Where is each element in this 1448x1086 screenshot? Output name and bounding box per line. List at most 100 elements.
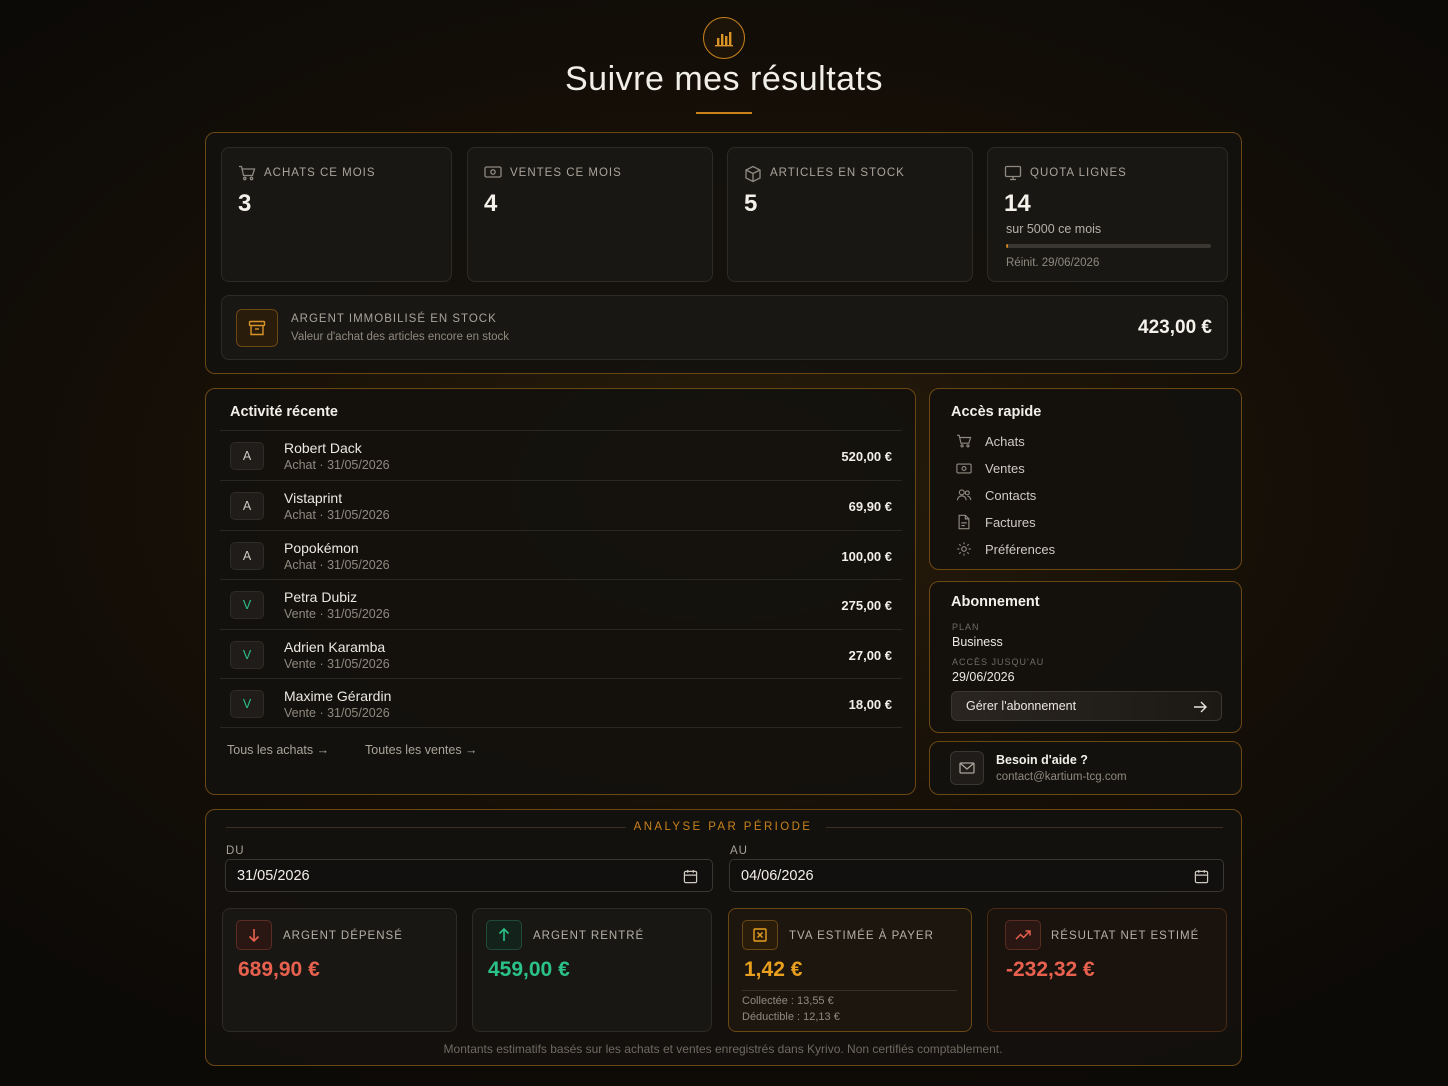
plan-value: Business xyxy=(952,635,1003,649)
activity-meta: Vente · 31/05/2026 xyxy=(284,607,390,621)
activity-amount: 520,00 € xyxy=(841,449,892,464)
stock-value-description: Valeur d'achat des articles encore en st… xyxy=(291,331,510,343)
quota-subtitle: sur 5000 ce mois xyxy=(1006,222,1102,236)
activity-row[interactable]: A Vistaprint Achat · 31/05/2026 69,90 € xyxy=(220,480,902,530)
activity-name: Popokémon xyxy=(284,540,359,556)
stat-value: 14 xyxy=(1004,190,1031,217)
vat-deductible: Déductible : 12,13 € xyxy=(742,1011,840,1023)
activity-name: Robert Dack xyxy=(284,440,362,456)
stat-value: 3 xyxy=(238,190,252,217)
plan-label: PLAN xyxy=(952,622,980,632)
quota-progress-fill xyxy=(1006,244,1009,248)
activity-panel: Activité récente A Robert Dack Achat · 3… xyxy=(205,388,916,795)
date-to-input[interactable]: 04/06/2026 xyxy=(729,859,1224,892)
title-underline xyxy=(696,112,752,114)
activity-meta: Vente · 31/05/2026 xyxy=(284,706,390,720)
vat-collected: Collectée : 13,55 € xyxy=(742,995,834,1007)
stat-card-purchases[interactable]: ACHATS CE MOIS 3 xyxy=(221,147,452,282)
access-until-value: 29/06/2026 xyxy=(952,670,1015,684)
activity-title: Activité récente xyxy=(230,404,338,420)
result-card-earned: ARGENT RENTRÉ 459,00 € xyxy=(472,908,712,1032)
activity-row[interactable]: A Robert Dack Achat · 31/05/2026 520,00 … xyxy=(220,430,902,480)
cart-icon xyxy=(239,165,256,181)
activity-row[interactable]: V Adrien Karamba Vente · 31/05/2026 27,0… xyxy=(220,629,902,679)
stat-card-stock[interactable]: ARTICLES EN STOCK 5 xyxy=(727,147,973,282)
activity-type-badge: A xyxy=(230,492,264,520)
arrow-up-icon xyxy=(498,928,510,941)
activity-type-badge: V xyxy=(230,690,264,718)
quick-access-item-contacts[interactable]: Contacts xyxy=(956,485,1036,505)
manage-subscription-label: Gérer l'abonnement xyxy=(966,699,1077,713)
activity-meta: Achat · 31/05/2026 xyxy=(284,558,390,572)
quick-access-label: Factures xyxy=(985,514,1036,530)
bar-chart-icon xyxy=(715,32,733,47)
activity-amount: 27,00 € xyxy=(848,648,892,663)
result-card-net: RÉSULTAT NET ESTIMÉ -232,32 € xyxy=(987,908,1227,1032)
stat-label: ARTICLES EN STOCK xyxy=(770,167,905,179)
activity-type-badge: V xyxy=(230,641,264,669)
result-value: 689,90 € xyxy=(238,958,320,981)
result-icon-box xyxy=(236,920,272,950)
result-value: 459,00 € xyxy=(488,958,570,981)
activity-row[interactable]: V Maxime Gérardin Vente · 31/05/2026 18,… xyxy=(220,678,902,728)
document-icon xyxy=(958,514,970,530)
quick-access-title: Accès rapide xyxy=(951,404,1042,420)
activity-name: Adrien Karamba xyxy=(284,639,386,655)
quick-access-label: Contacts xyxy=(985,487,1037,503)
stat-card-quota[interactable]: QUOTA LIGNES 14 sur 5000 ce mois Réinit.… xyxy=(987,147,1228,282)
cash-icon xyxy=(956,462,972,474)
mail-icon xyxy=(959,762,975,774)
result-card-spent: ARGENT DÉPENSÉ 689,90 € xyxy=(222,908,457,1032)
calendar-icon[interactable] xyxy=(683,869,698,884)
result-value: -232,32 € xyxy=(1006,958,1095,981)
arrow-right-icon xyxy=(1194,701,1207,713)
tax-icon xyxy=(753,928,767,942)
stock-icon-box xyxy=(236,309,278,347)
monitor-icon xyxy=(1004,165,1022,181)
help-panel[interactable]: Besoin d'aide ? contact@kartium-tcg.com xyxy=(929,741,1242,795)
quick-access-item-preferences[interactable]: Préférences xyxy=(956,539,1055,559)
date-to-label: AU xyxy=(730,845,748,857)
page-title: Suivre mes résultats xyxy=(565,60,883,98)
activity-type-badge: V xyxy=(230,591,264,619)
stat-label: QUOTA LIGNES xyxy=(1030,167,1127,179)
activity-name: Petra Dubiz xyxy=(284,589,358,605)
gear-icon xyxy=(957,542,971,556)
quick-access-item-factures[interactable]: Factures xyxy=(956,512,1036,532)
period-divider-right xyxy=(826,827,1223,828)
trend-up-icon xyxy=(1015,930,1031,940)
date-from-label: DU xyxy=(226,845,245,857)
users-icon xyxy=(956,489,972,501)
quick-access-item-ventes[interactable]: Ventes xyxy=(956,458,1025,478)
date-from-value: 31/05/2026 xyxy=(237,867,310,884)
stat-card-sales[interactable]: VENTES CE MOIS 4 xyxy=(467,147,713,282)
quick-access-label: Ventes xyxy=(985,460,1025,476)
activity-meta: Achat · 31/05/2026 xyxy=(284,508,390,522)
all-sales-link[interactable]: Toutes les ventes → xyxy=(365,743,478,757)
activity-name: Vistaprint xyxy=(284,490,343,506)
activity-amount: 100,00 € xyxy=(841,549,892,564)
result-card-vat: TVA ESTIMÉE À PAYER 1,42 € Collectée : 1… xyxy=(728,908,972,1032)
activity-amount: 275,00 € xyxy=(841,598,892,613)
period-footnote: Montants estimatifs basés sur les achats… xyxy=(443,1042,1003,1056)
result-label: ARGENT RENTRÉ xyxy=(533,930,645,942)
cash-icon xyxy=(484,166,502,178)
quick-access-item-achats[interactable]: Achats xyxy=(956,431,1025,451)
activity-name: Maxime Gérardin xyxy=(284,688,392,704)
stat-value: 5 xyxy=(744,190,758,217)
stock-value-title: ARGENT IMMOBILISÉ EN STOCK xyxy=(291,313,497,325)
manage-subscription-button[interactable]: Gérer l'abonnement xyxy=(951,691,1222,721)
activity-row[interactable]: V Petra Dubiz Vente · 31/05/2026 275,00 … xyxy=(220,579,902,629)
activity-row[interactable]: A Popokémon Achat · 31/05/2026 100,00 € xyxy=(220,530,902,580)
date-from-input[interactable]: 31/05/2026 xyxy=(225,859,713,892)
calendar-icon[interactable] xyxy=(1194,869,1209,884)
stock-value-amount: 423,00 € xyxy=(1138,317,1212,338)
result-label: RÉSULTAT NET ESTIMÉ xyxy=(1051,930,1200,942)
logo-badge xyxy=(703,17,745,59)
help-email[interactable]: contact@kartium-tcg.com xyxy=(996,771,1127,783)
activity-amount: 18,00 € xyxy=(848,697,892,712)
quick-access-label: Préférences xyxy=(985,541,1056,557)
quick-access-label: Achats xyxy=(985,433,1025,449)
activity-type-badge: A xyxy=(230,542,264,570)
all-purchases-link[interactable]: Tous les achats → xyxy=(227,743,329,757)
